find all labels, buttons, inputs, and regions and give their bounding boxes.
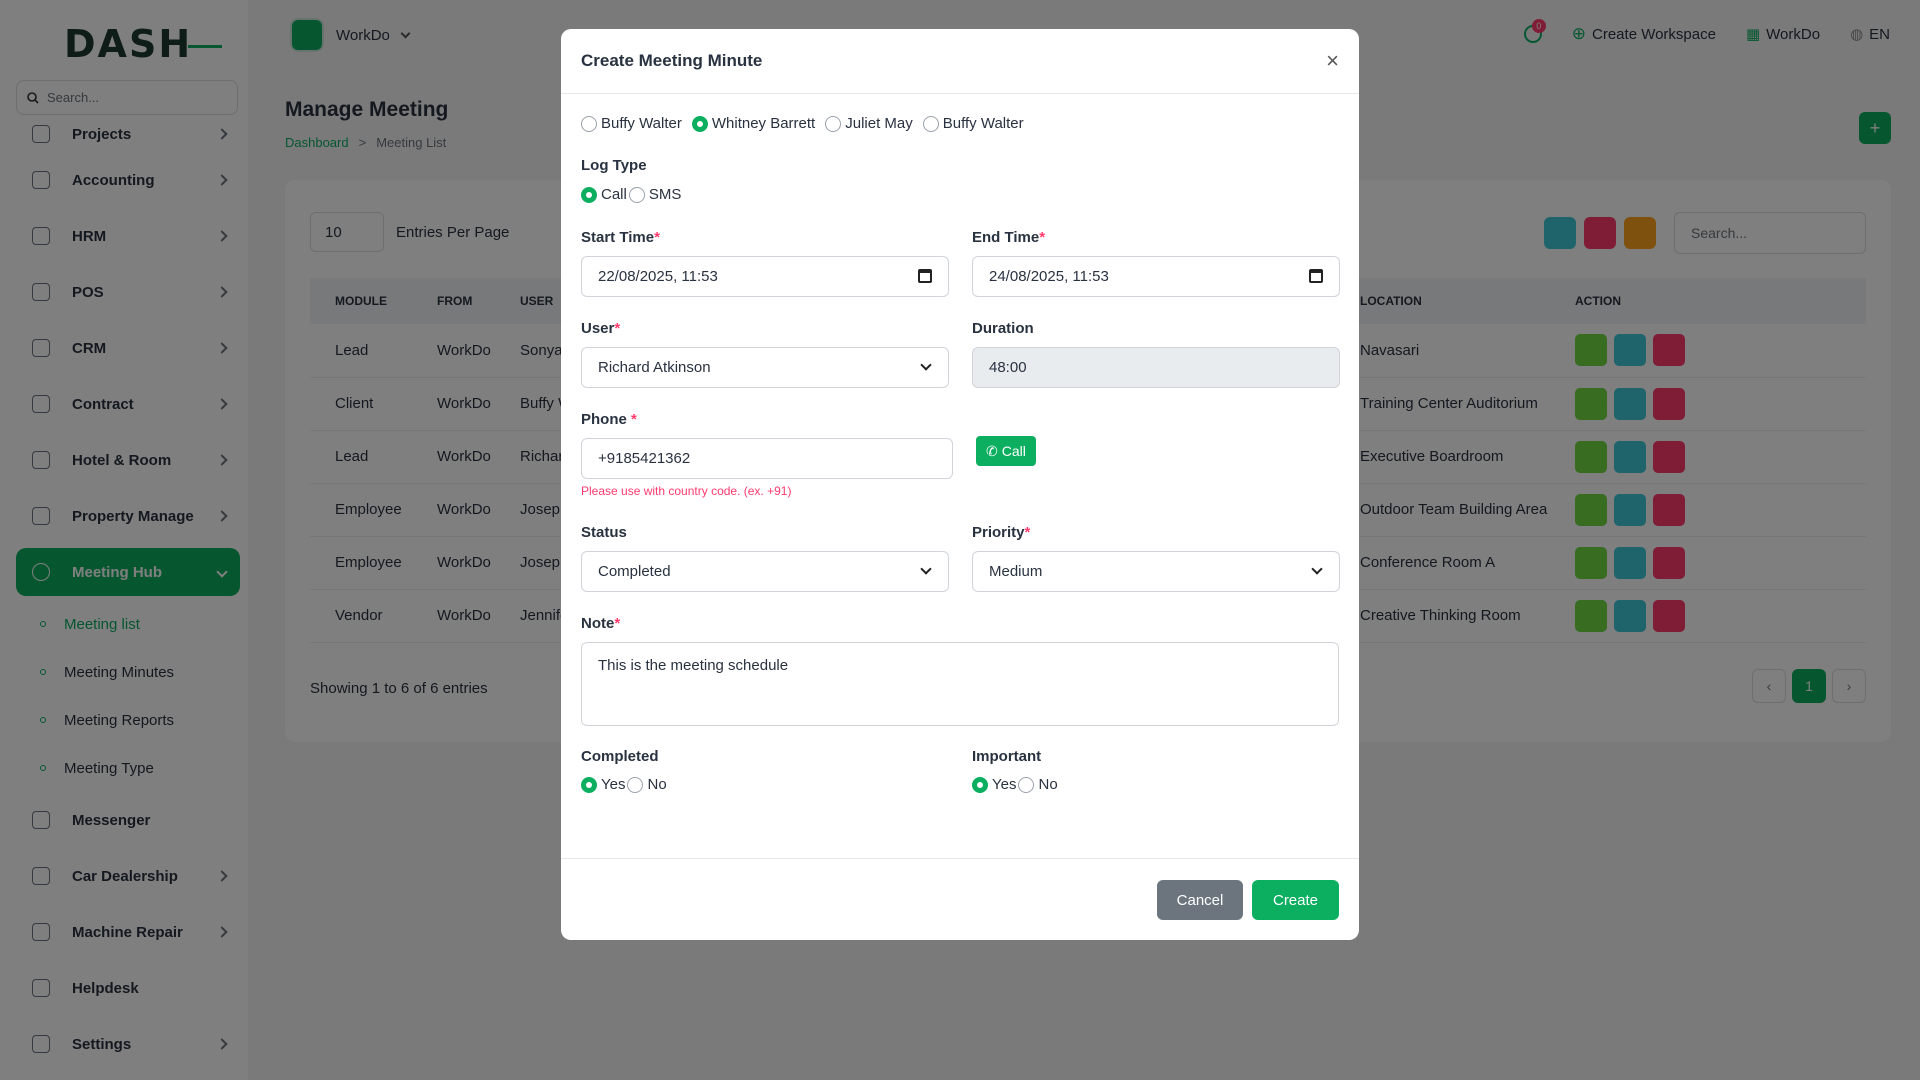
phone-label: Phone * xyxy=(581,411,637,428)
attendee-label: Buffy Walter xyxy=(942,115,1024,132)
yes-label: Yes xyxy=(992,776,1017,793)
completed-label: Completed xyxy=(581,748,659,765)
required-mark: * xyxy=(614,615,621,632)
phone-label-text: Phone xyxy=(581,411,627,428)
phone-input[interactable]: +9185421362 xyxy=(581,438,953,479)
radio-icon xyxy=(581,115,597,132)
important-no[interactable]: No xyxy=(1018,776,1058,793)
modal-footer: Cancel Create xyxy=(561,858,1359,940)
phone-value: +9185421362 xyxy=(598,450,691,467)
required-mark: * xyxy=(654,229,660,246)
end-time-value: 24/08/2025, 11:53 xyxy=(989,268,1109,285)
priority-label: Priority* xyxy=(972,524,1030,541)
log-type-label: Log Type xyxy=(581,157,647,174)
phone-icon: ✆ xyxy=(986,442,998,459)
log-type-sms[interactable]: SMS xyxy=(628,186,682,203)
attendee-label: Juliet May xyxy=(845,115,913,132)
note-textarea[interactable]: This is the meeting schedule xyxy=(581,642,1339,726)
attendee-option[interactable]: Whitney Barrett xyxy=(691,115,816,132)
priority-label-text: Priority xyxy=(972,524,1025,541)
completed-radio-group: Yes No xyxy=(581,776,677,793)
attendee-option[interactable]: Buffy Walter xyxy=(922,115,1024,132)
attendee-option[interactable]: Juliet May xyxy=(825,115,913,132)
log-type-call[interactable]: Call xyxy=(581,186,627,203)
start-time-label-text: Start Time xyxy=(581,229,655,246)
required-mark: * xyxy=(1039,229,1046,246)
yes-label: Yes xyxy=(601,776,626,793)
status-value: Completed xyxy=(598,563,671,580)
duration-input: 48:00 xyxy=(972,347,1340,388)
radio-icon xyxy=(628,186,645,203)
phone-hint: Please use with country code. (ex. +91) xyxy=(581,484,792,498)
call-button[interactable]: ✆ Call xyxy=(976,436,1036,466)
calendar-icon xyxy=(1309,269,1323,283)
chevron-down-icon xyxy=(920,359,932,371)
create-meeting-minute-modal: Create Meeting Minute × Buffy Walter Whi… xyxy=(561,29,1359,940)
log-type-sms-label: SMS xyxy=(648,186,682,203)
start-time-input[interactable]: 22/08/2025, 11:53 xyxy=(581,256,949,297)
radio-icon xyxy=(627,776,644,793)
required-mark: * xyxy=(1024,524,1031,541)
user-value: Richard Atkinson xyxy=(598,359,711,376)
user-select[interactable]: Richard Atkinson xyxy=(581,347,949,388)
log-type-call-label: Call xyxy=(601,186,627,203)
required-mark: * xyxy=(614,320,621,337)
chevron-down-icon xyxy=(1311,563,1323,575)
important-yes[interactable]: Yes xyxy=(972,776,1016,793)
duration-label: Duration xyxy=(972,320,1034,337)
radio-icon xyxy=(825,115,842,132)
radio-icon xyxy=(1018,776,1035,793)
user-label: User* xyxy=(581,320,620,337)
attendee-option[interactable]: Buffy Walter xyxy=(581,115,682,132)
important-radio-group: Yes No xyxy=(972,776,1068,793)
close-icon[interactable]: × xyxy=(1326,48,1339,74)
radio-checked-icon xyxy=(691,115,708,132)
start-time-value: 22/08/2025, 11:53 xyxy=(598,268,718,285)
radio-checked-icon xyxy=(972,776,988,793)
chevron-down-icon xyxy=(920,563,932,575)
attendee-label: Buffy Walter xyxy=(601,115,682,132)
no-label: No xyxy=(1038,776,1058,793)
user-label-text: User xyxy=(581,320,615,337)
modal-header: Create Meeting Minute × xyxy=(561,29,1359,94)
log-type-radio-group: Call SMS xyxy=(581,186,691,203)
radio-icon xyxy=(922,115,939,132)
start-time-label: Start Time* xyxy=(581,229,660,246)
priority-select[interactable]: Medium xyxy=(972,551,1340,592)
modal-title: Create Meeting Minute xyxy=(581,51,763,70)
radio-checked-icon xyxy=(581,776,597,793)
status-label: Status xyxy=(581,524,627,541)
completed-no[interactable]: No xyxy=(627,776,667,793)
required-mark: * xyxy=(631,411,637,428)
radio-checked-icon xyxy=(581,186,597,203)
no-label: No xyxy=(647,776,667,793)
attendee-radio-group: Buffy Walter Whitney Barrett Juliet May … xyxy=(581,115,1034,132)
call-button-label: Call xyxy=(1001,443,1026,459)
important-label: Important xyxy=(972,748,1042,765)
end-time-label: End Time* xyxy=(972,229,1045,246)
completed-yes[interactable]: Yes xyxy=(581,776,625,793)
note-label: Note* xyxy=(581,615,620,632)
note-label-text: Note xyxy=(581,615,615,632)
attendee-label: Whitney Barrett xyxy=(711,115,816,132)
create-button[interactable]: Create xyxy=(1252,880,1339,920)
calendar-icon xyxy=(918,269,932,283)
status-select[interactable]: Completed xyxy=(581,551,949,592)
end-time-label-text: End Time xyxy=(972,229,1040,246)
priority-value: Medium xyxy=(989,563,1043,580)
duration-value: 48:00 xyxy=(989,359,1027,376)
cancel-button[interactable]: Cancel xyxy=(1157,880,1243,920)
end-time-input[interactable]: 24/08/2025, 11:53 xyxy=(972,256,1340,297)
